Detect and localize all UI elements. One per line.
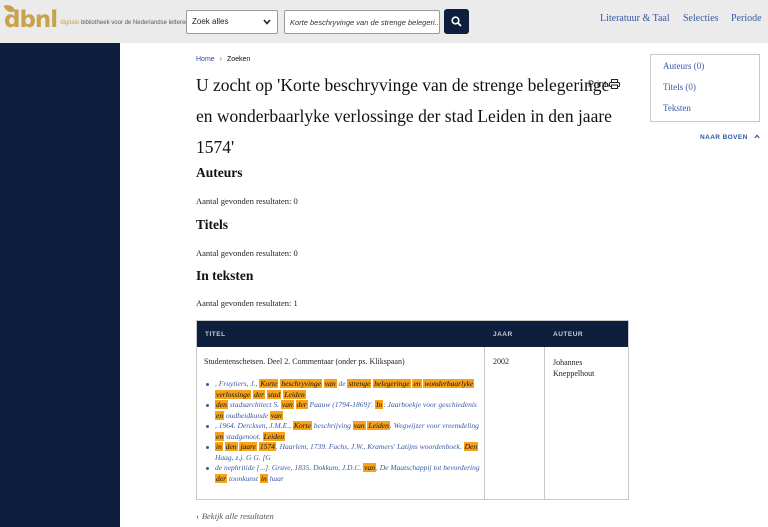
- results-table: TITEL JAAR AUTEUR Studentenschetsen. Dee…: [196, 320, 629, 500]
- top-header: dbnl digitale bibliotheek voor de Nederl…: [0, 0, 768, 43]
- auteurs-count: Aantal gevonden resultaten: 0: [196, 196, 298, 206]
- on-page-toc: Auteurs (0) Titels (0) Teksten: [650, 54, 760, 122]
- column-header-titel: TITEL: [205, 331, 226, 338]
- nav-selecties[interactable]: Selecties: [683, 13, 719, 24]
- toc-titels[interactable]: Titels (0): [663, 82, 759, 92]
- breadcrumb: Home › Zoeken: [196, 56, 250, 63]
- view-all-results-link[interactable]: › Bekijk alle resultaten: [196, 511, 274, 521]
- section-heading-teksten: In teksten: [196, 268, 254, 283]
- print-label: Print: [588, 79, 607, 89]
- teksten-count: Aantal gevonden resultaten: 1: [196, 298, 298, 308]
- result-author[interactable]: Johannes Kneppelhout: [553, 357, 623, 379]
- search-icon: [451, 16, 462, 27]
- search-input[interactable]: Korte beschryvinge van de strenge belege…: [284, 10, 440, 34]
- result-year: 2002: [493, 357, 509, 366]
- snippet-item[interactable]: in den jaare 1574. Haarlem, 1739. Fuchs,…: [206, 442, 481, 463]
- search-button[interactable]: [444, 9, 469, 34]
- result-snippets: , Fruytiers, J., Korte beschryvinge van …: [206, 379, 481, 484]
- printer-icon: [608, 79, 620, 89]
- snippet-item[interactable]: de nephritide [...]. Grave, 1835. Dokkum…: [206, 463, 481, 484]
- snippet-item[interactable]: den stadsarchitect S. van der Paauw (179…: [206, 400, 481, 421]
- nav-periode[interactable]: Periode: [731, 13, 762, 24]
- back-to-top-link[interactable]: NAAR BOVEN: [700, 134, 760, 141]
- column-divider: [544, 347, 545, 499]
- nav-literatuur-taal[interactable]: Literatuur & Taal: [600, 13, 670, 24]
- toc-auteurs[interactable]: Auteurs (0): [663, 61, 759, 71]
- logo-subtitle: digitale bibliotheek voor de Nederlandse…: [60, 20, 189, 26]
- snippet-item[interactable]: , 1964. Dercksen, J.M.E., Korte beschrij…: [206, 421, 481, 442]
- section-heading-auteurs: Auteurs: [196, 165, 243, 180]
- breadcrumb-separator: ›: [219, 56, 222, 63]
- titels-count: Aantal gevonden resultaten: 0: [196, 248, 298, 258]
- print-button[interactable]: Print: [588, 79, 620, 89]
- dbnl-logo[interactable]: dbnl digitale bibliotheek voor de Nederl…: [3, 2, 189, 35]
- result-title[interactable]: Studentenschetsen. Deel 2. Commentaar (o…: [204, 357, 405, 366]
- chevron-right-icon: ›: [196, 511, 199, 521]
- logo-mark: dbnl: [3, 2, 58, 35]
- snippet-item[interactable]: , Fruytiers, J., Korte beschryvinge van …: [206, 379, 481, 400]
- search-scope-select[interactable]: Zoek alles: [186, 10, 278, 34]
- chevron-up-icon: [754, 134, 760, 141]
- table-header: TITEL JAAR AUTEUR: [197, 321, 628, 347]
- breadcrumb-home[interactable]: Home: [196, 56, 215, 63]
- toc-teksten[interactable]: Teksten: [663, 103, 759, 113]
- column-header-jaar: JAAR: [493, 331, 513, 338]
- chevron-down-icon: [263, 17, 271, 27]
- page-title: U zocht op 'Korte beschryvinge van de st…: [196, 75, 612, 157]
- section-heading-titels: Titels: [196, 217, 229, 232]
- column-divider: [484, 347, 485, 499]
- left-sidebar: [0, 43, 120, 527]
- breadcrumb-current: Zoeken: [226, 56, 251, 63]
- column-header-auteur: AUTEUR: [553, 331, 584, 338]
